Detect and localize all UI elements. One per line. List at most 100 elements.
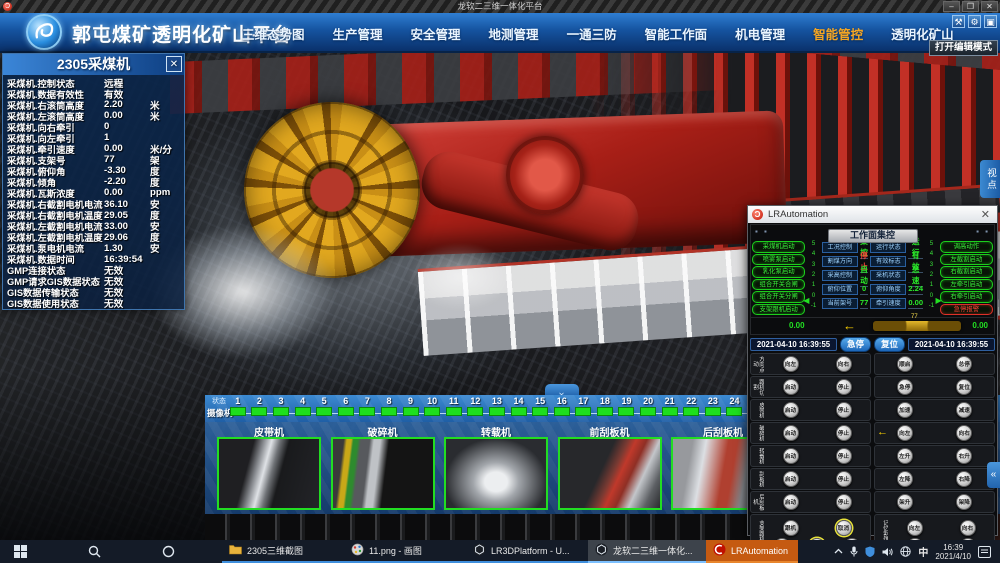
round-button-向左[interactable]: 向左 <box>783 356 799 372</box>
round-button-启动[interactable]: 启动 <box>783 379 799 395</box>
task-view-icon[interactable] <box>156 540 180 563</box>
volume-icon[interactable] <box>882 547 893 557</box>
lrautomation-titlebar[interactable]: Ɔ LRAutomation ✕ <box>748 206 997 223</box>
channel-6[interactable]: 6 <box>335 396 357 421</box>
tab-workface-control[interactable]: 工作面集控 <box>828 229 918 243</box>
round-button-向右[interactable]: 向右 <box>836 356 852 372</box>
channel-14[interactable]: 14 <box>508 396 530 421</box>
alarm-button[interactable]: 急停报警 <box>940 304 993 316</box>
round-button-停止[interactable]: 停止 <box>836 448 852 464</box>
minimize-button[interactable]: – <box>943 1 960 12</box>
viewpoint-tab[interactable]: 视点 <box>980 160 1000 198</box>
round-button-向左[interactable]: 向左 <box>897 425 913 441</box>
round-button-总停[interactable]: 总停 <box>956 356 972 372</box>
channel-24[interactable]: 24 <box>724 396 746 421</box>
camera-feed-皮带机[interactable] <box>217 437 321 510</box>
close-button[interactable]: ✕ <box>981 1 998 12</box>
collapse-left-icon[interactable]: « <box>987 462 1000 488</box>
round-button-启动[interactable]: 启动 <box>783 402 799 418</box>
nav-item-一通三防[interactable]: 一通三防 <box>553 24 631 43</box>
camera-feed-破碎机[interactable] <box>331 437 435 510</box>
camera-feed-前刮板机[interactable] <box>558 437 662 510</box>
taskbar-item-LRAutomation[interactable]: LRAutomation <box>706 540 798 563</box>
round-button-加速[interactable]: 加速 <box>897 402 913 418</box>
channel-12[interactable]: 12 <box>465 396 487 421</box>
command-button-组合开关合闸[interactable]: 组合开关合闸 <box>752 279 805 291</box>
round-button-向右[interactable]: 向右 <box>956 425 972 441</box>
nav-item-智能管控[interactable]: 智能管控 <box>799 24 877 43</box>
network-globe-icon[interactable] <box>900 546 911 557</box>
round-button-启动[interactable]: 启动 <box>783 494 799 510</box>
channel-1[interactable]: 1 <box>227 396 249 421</box>
round-button-向右[interactable]: 向右 <box>960 520 976 536</box>
round-button-启动[interactable]: 启动 <box>783 425 799 441</box>
channel-5[interactable]: 5 <box>313 396 335 421</box>
taskbar-item-11.png - 画图[interactable]: 11.png - 画图 <box>344 540 466 563</box>
nav-item-生产管理[interactable]: 生产管理 <box>319 24 397 43</box>
taskbar-item-2305三维截图[interactable]: 2305三维截图 <box>222 540 344 563</box>
camera-feed-转载机[interactable] <box>444 437 548 510</box>
close-icon[interactable]: ✕ <box>978 208 993 221</box>
round-button-架升[interactable]: 架升 <box>897 494 913 510</box>
channel-8[interactable]: 8 <box>378 396 400 421</box>
round-button-左降[interactable]: 左降 <box>897 471 913 487</box>
round-button-右降[interactable]: 右降 <box>956 471 972 487</box>
close-icon[interactable]: ✕ <box>166 56 182 72</box>
channel-23[interactable]: 23 <box>702 396 724 421</box>
channel-9[interactable]: 9 <box>400 396 422 421</box>
taskbar-item-LR3DPlatform - U...[interactable]: LR3DPlatform - U... <box>466 540 588 563</box>
round-button-左升[interactable]: 左升 <box>897 448 913 464</box>
channel-3[interactable]: 3 <box>270 396 292 421</box>
microphone-icon[interactable] <box>850 546 858 557</box>
open-edit-mode-button[interactable]: 打开编辑模式 <box>929 40 998 56</box>
command-button-左截割启动[interactable]: 左截割启动 <box>940 254 993 266</box>
round-button-启动[interactable]: 启动 <box>783 471 799 487</box>
round-button-复位[interactable]: 复位 <box>956 379 972 395</box>
channel-4[interactable]: 4 <box>292 396 314 421</box>
command-button-左牵引启动[interactable]: 左牵引启动 <box>940 279 993 291</box>
channel-22[interactable]: 22 <box>680 396 702 421</box>
command-button-调高动作[interactable]: 调高动作 <box>940 241 993 253</box>
channel-18[interactable]: 18 <box>594 396 616 421</box>
estop-button[interactable]: 急停 <box>840 337 871 352</box>
channel-10[interactable]: 10 <box>421 396 443 421</box>
command-button-乳化泵启动[interactable]: 乳化泵启动 <box>752 266 805 278</box>
window-layout-icon[interactable]: ▣ <box>984 15 997 28</box>
channel-15[interactable]: 15 <box>529 396 551 421</box>
channel-19[interactable]: 19 <box>616 396 638 421</box>
channel-11[interactable]: 11 <box>443 396 465 421</box>
command-button-右牵引启动[interactable]: 右牵引启动 <box>940 291 993 303</box>
channel-7[interactable]: 7 <box>357 396 379 421</box>
round-button-急停[interactable]: 急停 <box>897 379 913 395</box>
channel-2[interactable]: 2 <box>249 396 271 421</box>
round-button-停止[interactable]: 停止 <box>836 425 852 441</box>
wrench-icon[interactable]: ⚒ <box>952 15 965 28</box>
nav-item-三维态势图[interactable]: 三维态势图 <box>228 24 319 43</box>
channel-20[interactable]: 20 <box>637 396 659 421</box>
nav-item-机电管理[interactable]: 机电管理 <box>721 24 799 43</box>
search-icon[interactable] <box>82 540 106 563</box>
round-button-停止[interactable]: 停止 <box>836 402 852 418</box>
round-button-跟机[interactable]: 跟机 <box>783 520 799 536</box>
command-button-采煤机启动[interactable]: 采煤机启动 <box>752 241 805 253</box>
reset-button[interactable]: 复位 <box>874 337 905 352</box>
command-button-组合开关分闸[interactable]: 组合开关分闸 <box>752 291 805 303</box>
round-button-减速[interactable]: 减速 <box>956 402 972 418</box>
round-button-取消[interactable]: 取消 <box>836 520 852 536</box>
channel-13[interactable]: 13 <box>486 396 508 421</box>
round-button-启动[interactable]: 启动 <box>783 448 799 464</box>
round-button-停止[interactable]: 停止 <box>836 379 852 395</box>
nav-item-安全管理[interactable]: 安全管理 <box>397 24 475 43</box>
notification-center-icon[interactable] <box>978 546 996 558</box>
start-button[interactable] <box>8 540 32 563</box>
channel-17[interactable]: 17 <box>573 396 595 421</box>
taskbar-item-龙软二三维一体化...[interactable]: 龙软二三维一体化... <box>588 540 706 563</box>
command-button-喷雾泵启动[interactable]: 喷雾泵启动 <box>752 254 805 266</box>
command-button-支架跟机启动[interactable]: 支架跟机启动 <box>752 304 805 316</box>
maximize-button[interactable]: ❐ <box>962 1 979 12</box>
ime-indicator[interactable]: 中 <box>918 544 928 559</box>
gear-icon[interactable]: ⚙ <box>968 15 981 28</box>
channel-21[interactable]: 21 <box>659 396 681 421</box>
round-button-停止[interactable]: 停止 <box>836 494 852 510</box>
channel-16[interactable]: 16 <box>551 396 573 421</box>
